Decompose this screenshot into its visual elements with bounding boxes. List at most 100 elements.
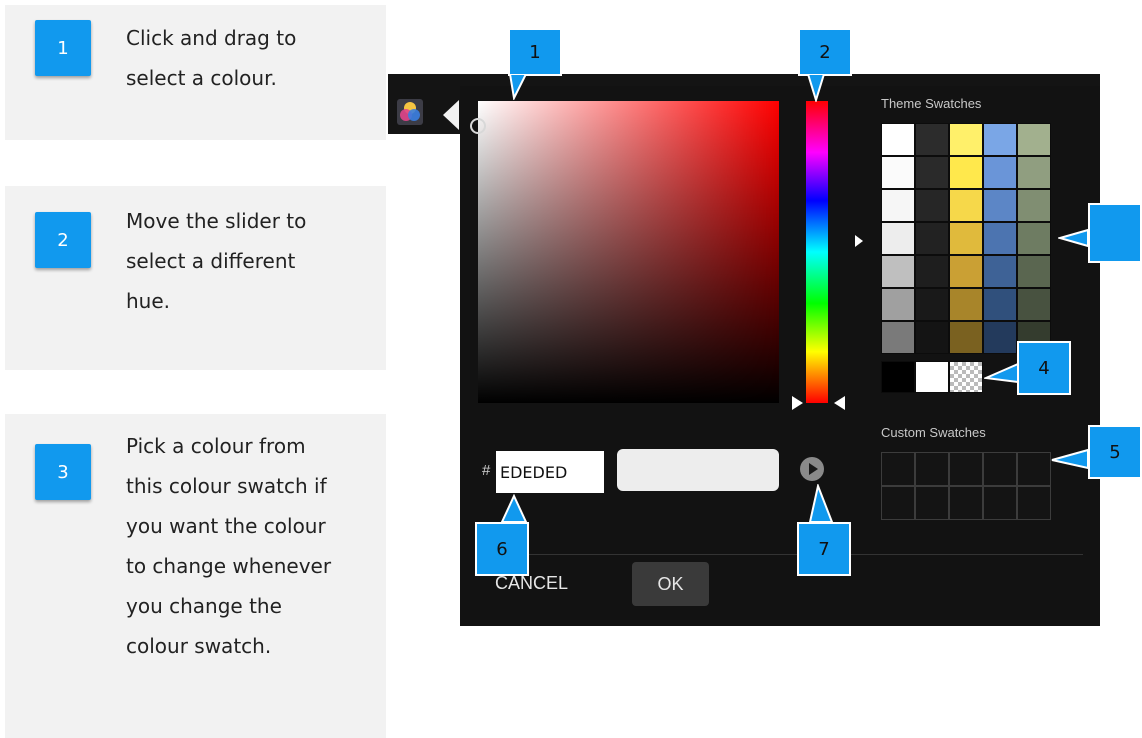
theme-swatches-label: Theme Swatches xyxy=(881,96,982,111)
theme-swatch[interactable] xyxy=(1017,255,1051,288)
theme-swatch[interactable] xyxy=(949,255,983,288)
theme-swatch[interactable] xyxy=(949,189,983,222)
theme-swatch[interactable] xyxy=(1017,189,1051,222)
theme-swatch[interactable] xyxy=(915,222,949,255)
theme-swatch[interactable] xyxy=(915,123,949,156)
theme-swatch[interactable] xyxy=(983,123,1017,156)
theme-swatch[interactable] xyxy=(915,321,949,354)
custom-swatch-slot[interactable] xyxy=(881,452,915,486)
custom-swatch-slot[interactable] xyxy=(915,486,949,520)
step-card-2: 2 Move the slider to select a different … xyxy=(5,186,386,370)
theme-swatch[interactable] xyxy=(881,189,915,222)
callout-6: 6 xyxy=(475,522,529,576)
theme-swatch[interactable] xyxy=(983,288,1017,321)
callout-7: 7 xyxy=(797,522,851,576)
callout-6-tail xyxy=(500,494,528,523)
callout-5: 5 xyxy=(1088,425,1142,479)
black-swatch[interactable] xyxy=(881,361,915,393)
theme-swatch[interactable] xyxy=(915,156,949,189)
custom-swatch-slot[interactable] xyxy=(949,486,983,520)
callout-3-tail xyxy=(1058,228,1089,248)
callout-1-tail xyxy=(508,74,528,100)
step-line: Move the slider to xyxy=(126,209,307,233)
step-line: hue. xyxy=(126,289,171,313)
theme-swatch-grid xyxy=(881,123,1051,355)
saturation-value-handle[interactable] xyxy=(470,118,486,134)
step-line: to change whenever xyxy=(126,554,332,578)
ok-button[interactable]: OK xyxy=(632,562,709,606)
custom-swatch-slot[interactable] xyxy=(881,486,915,520)
popup-pointer-icon xyxy=(443,100,459,130)
step-number-badge: 3 xyxy=(35,444,91,500)
step-line: Click and drag to xyxy=(126,26,297,50)
colour-palette-icon[interactable] xyxy=(397,99,423,125)
theme-swatch[interactable] xyxy=(1017,123,1051,156)
theme-swatch[interactable] xyxy=(1017,156,1051,189)
callout-5-tail xyxy=(1051,448,1089,470)
theme-swatch[interactable] xyxy=(881,321,915,354)
hue-slider-handle-left[interactable] xyxy=(792,396,803,410)
theme-swatch[interactable] xyxy=(881,156,915,189)
hue-slider-handle-right[interactable] xyxy=(834,396,845,410)
transparent-swatch[interactable] xyxy=(949,361,983,393)
theme-swatch[interactable] xyxy=(1017,288,1051,321)
callout-4-tail xyxy=(984,362,1019,384)
theme-swatch[interactable] xyxy=(949,123,983,156)
theme-swatch[interactable] xyxy=(881,288,915,321)
theme-swatch[interactable] xyxy=(983,321,1017,354)
callout-4: 4 xyxy=(1017,341,1071,395)
custom-swatch-slot[interactable] xyxy=(983,452,1017,486)
step-description: Pick a colour from this colour swatch if… xyxy=(126,426,384,666)
callout-2: 2 xyxy=(798,28,852,76)
step-line: colour swatch. xyxy=(126,634,272,658)
callout-7-tail xyxy=(808,484,834,523)
step-card-1: 1 Click and drag to select a colour. xyxy=(5,5,386,140)
theme-swatch[interactable] xyxy=(983,156,1017,189)
theme-swatch[interactable] xyxy=(983,222,1017,255)
hue-slider[interactable] xyxy=(806,101,828,403)
theme-swatch[interactable] xyxy=(983,255,1017,288)
theme-swatch[interactable] xyxy=(915,189,949,222)
step-description: Click and drag to select a colour. xyxy=(126,18,384,98)
custom-swatch-slot[interactable] xyxy=(915,452,949,486)
theme-swatch[interactable] xyxy=(949,222,983,255)
theme-swatch[interactable] xyxy=(949,321,983,354)
hex-colour-input[interactable] xyxy=(496,451,604,493)
saturation-value-field[interactable] xyxy=(478,101,779,403)
callout-1: 1 xyxy=(508,28,562,76)
step-card-3: 3 Pick a colour from this colour swatch … xyxy=(5,414,386,738)
theme-swatch[interactable] xyxy=(949,156,983,189)
callout-2-tail xyxy=(806,74,826,102)
step-number-badge: 2 xyxy=(35,212,91,268)
theme-swatch[interactable] xyxy=(881,222,915,255)
step-line: you want the colour xyxy=(126,514,326,538)
custom-swatch-slot[interactable] xyxy=(1017,486,1051,520)
theme-swatch[interactable] xyxy=(949,288,983,321)
custom-swatches-label: Custom Swatches xyxy=(881,425,986,440)
dialog-divider xyxy=(478,554,1083,555)
step-number-badge: 1 xyxy=(35,20,91,76)
step-line: this colour swatch if xyxy=(126,474,327,498)
theme-swatch[interactable] xyxy=(915,255,949,288)
custom-swatch-slot[interactable] xyxy=(949,452,983,486)
step-line: select a different xyxy=(126,249,296,273)
theme-swatch[interactable] xyxy=(881,123,915,156)
theme-swatch[interactable] xyxy=(881,255,915,288)
white-swatch[interactable] xyxy=(915,361,949,393)
app-canvas-area xyxy=(388,134,460,626)
custom-swatch-slot[interactable] xyxy=(1017,452,1051,486)
step-line: Pick a colour from xyxy=(126,434,306,458)
theme-swatch[interactable] xyxy=(915,288,949,321)
basic-swatch-row xyxy=(881,361,983,393)
theme-swatch[interactable] xyxy=(983,189,1017,222)
step-line: select a colour. xyxy=(126,66,277,90)
step-line: you change the xyxy=(126,594,282,618)
step-description: Move the slider to select a different hu… xyxy=(126,201,384,321)
custom-swatch-slot[interactable] xyxy=(983,486,1017,520)
theme-swatch[interactable] xyxy=(1017,222,1051,255)
apply-hex-button[interactable] xyxy=(800,457,824,481)
hex-prefix: # xyxy=(482,462,491,479)
callout-3 xyxy=(1088,203,1142,263)
selected-swatch-pointer-icon xyxy=(855,235,863,247)
colour-preview xyxy=(617,449,779,491)
